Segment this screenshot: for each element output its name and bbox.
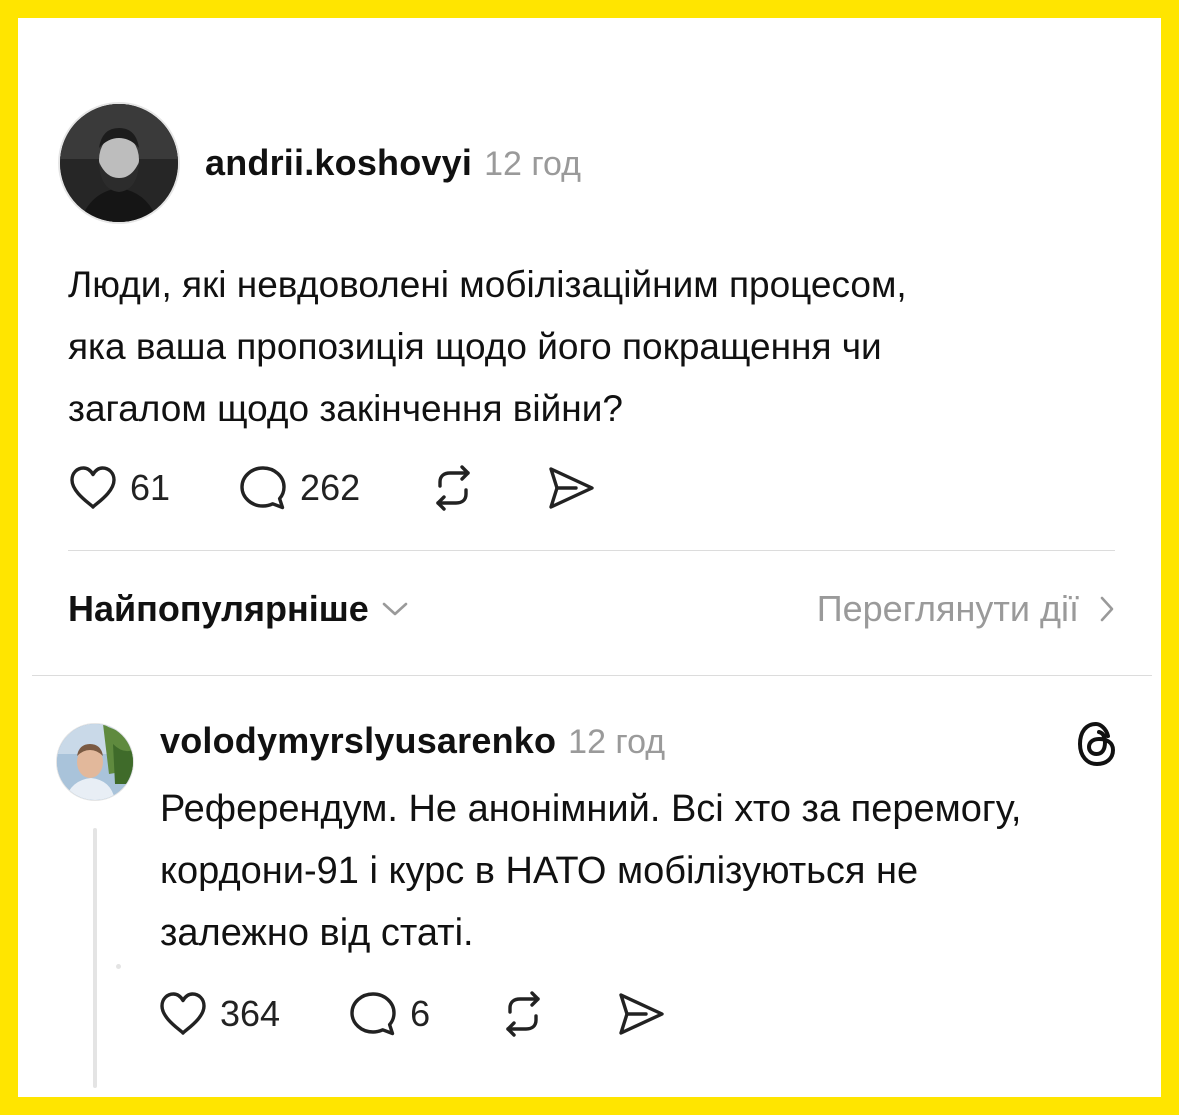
reply-repost-button[interactable]: [498, 990, 548, 1038]
chevron-right-icon: [1099, 595, 1115, 623]
reply-header: volodymyrslyusarenko 12 год: [160, 720, 665, 762]
chevron-down-icon: [381, 600, 409, 618]
avatar[interactable]: [58, 102, 180, 224]
divider: [68, 550, 1115, 551]
reply-time: 12 год: [568, 723, 666, 761]
reply-actions: 364 6: [158, 990, 666, 1038]
divider: [32, 675, 1152, 676]
thread-dot: [116, 964, 121, 969]
comment-count: 262: [300, 467, 361, 508]
sort-dropdown[interactable]: Найпопулярніше: [68, 588, 409, 630]
reply-share-button[interactable]: [616, 991, 666, 1037]
like-count: 61: [130, 467, 171, 508]
view-activity-label: Переглянути дії: [816, 588, 1079, 629]
reply-like-button[interactable]: 364: [158, 991, 280, 1037]
sort-row: Найпопулярніше Переглянути дії: [68, 588, 1115, 630]
sort-label: Найпопулярніше: [68, 588, 369, 629]
comment-icon: [238, 464, 288, 512]
heart-icon: [68, 465, 118, 511]
thread-line: [93, 828, 97, 1088]
repost-icon: [498, 990, 548, 1038]
post-text: Люди, які невдоволені мобілізаційним про…: [68, 264, 907, 429]
threads-logo-icon: [1075, 720, 1119, 773]
reply-username[interactable]: volodymyrslyusarenko: [160, 720, 556, 762]
heart-icon: [158, 991, 208, 1037]
comment-icon: [348, 990, 398, 1038]
post-actions: 61 262: [68, 464, 596, 512]
post-username[interactable]: andrii.koshovyi: [205, 142, 472, 184]
reply-comment-button[interactable]: 6: [348, 990, 430, 1038]
repost-button[interactable]: [428, 464, 478, 512]
post-header: andrii.koshovyi 12 год: [58, 102, 581, 224]
repost-icon: [428, 464, 478, 512]
share-icon: [616, 991, 666, 1037]
like-button[interactable]: 61: [68, 465, 170, 511]
reply-like-count: 364: [220, 993, 281, 1034]
view-activity-link[interactable]: Переглянути дії: [817, 588, 1115, 630]
post-time: 12 год: [484, 145, 581, 183]
comment-button[interactable]: 262: [238, 464, 360, 512]
thread-card: andrii.koshovyi 12 год Люди, які невдово…: [18, 18, 1161, 1097]
reply-comment-count: 6: [410, 993, 431, 1034]
share-button[interactable]: [546, 465, 596, 511]
share-icon: [546, 465, 596, 511]
reply-text: Референдум. Не анонімний. Всі хто за пер…: [160, 788, 1022, 954]
reply-avatar[interactable]: [56, 723, 134, 801]
